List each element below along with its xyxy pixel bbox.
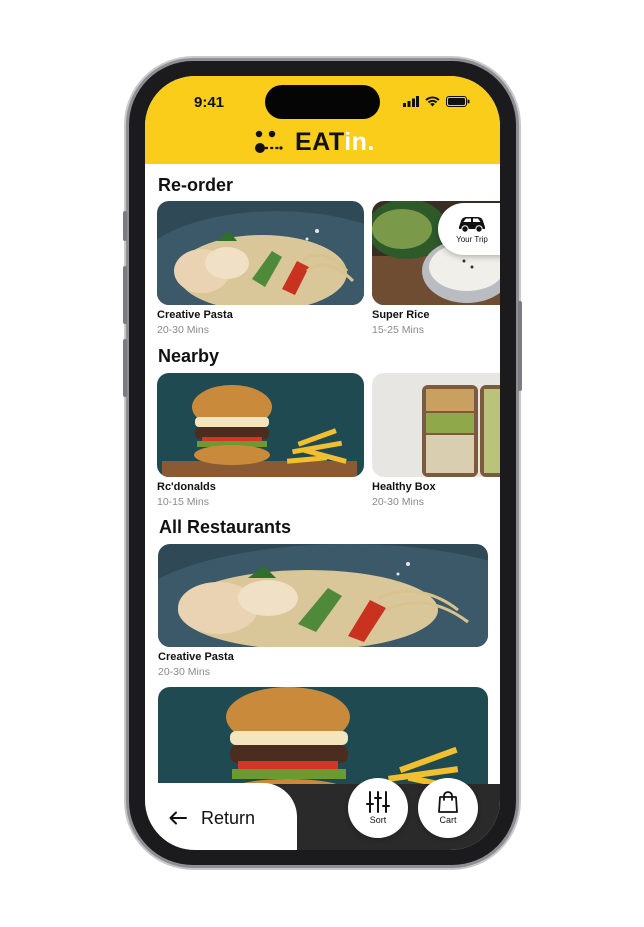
- section-title-reorder: Re-order: [158, 175, 234, 195]
- bag-icon: [438, 791, 458, 813]
- return-button[interactable]: Return: [145, 783, 297, 850]
- sort-label: Sort: [369, 815, 387, 825]
- card-time: 20-30 Mins: [157, 324, 209, 336]
- phone-frame: 9:41 EATin. Re-order Creative Pasta 20-3…: [123, 61, 522, 865]
- cart-button[interactable]: Cart: [418, 778, 478, 838]
- section-title-nearby: Nearby: [158, 346, 220, 366]
- sliders-icon: [366, 791, 390, 813]
- power-button: [518, 301, 522, 391]
- volume-down-button: [123, 339, 127, 397]
- food-image: [372, 373, 500, 477]
- cart-label: Cart: [439, 815, 457, 825]
- app-screen: 9:41 EATin. Re-order Creative Pasta 20-3…: [145, 76, 500, 850]
- dynamic-island: [265, 85, 380, 119]
- your-trip-button[interactable]: Your Trip: [438, 203, 500, 255]
- app-header: 9:41 EATin.: [145, 76, 500, 164]
- food-image: [158, 544, 488, 647]
- car-icon: [459, 216, 485, 233]
- card-name: Healthy Box: [372, 481, 436, 493]
- card-name: Rc'donalds: [157, 481, 216, 493]
- your-trip-label: Your Trip: [456, 234, 488, 244]
- card-time: 10-15 Mins: [157, 496, 209, 508]
- logo-suffix: in.: [344, 127, 375, 156]
- return-label: Return: [201, 807, 256, 828]
- card-name: Creative Pasta: [158, 651, 234, 663]
- logo-text: EAT: [295, 127, 345, 156]
- card-time: 20-30 Mins: [158, 666, 210, 678]
- card-name: Creative Pasta: [157, 309, 233, 321]
- card-time: 15-25 Mins: [372, 324, 424, 336]
- volume-up-button: [123, 266, 127, 324]
- battery-icon: [446, 96, 470, 107]
- card-time: 20-30 Mins: [372, 496, 424, 508]
- logo-icon: [255, 130, 283, 153]
- action-button: [123, 211, 127, 241]
- food-image: [157, 373, 364, 477]
- card-name: Super Rice: [372, 309, 430, 321]
- status-icons: [403, 96, 470, 107]
- wifi-icon: [425, 96, 440, 107]
- sort-button[interactable]: Sort: [348, 778, 408, 838]
- signal-icon: [403, 96, 419, 107]
- section-title-all-restaurants: All Restaurants: [159, 517, 292, 537]
- arrow-left-icon: [169, 811, 187, 825]
- food-image: [157, 201, 364, 305]
- brand-logo: EATin.: [253, 126, 375, 158]
- status-time: 9:41: [194, 94, 225, 111]
